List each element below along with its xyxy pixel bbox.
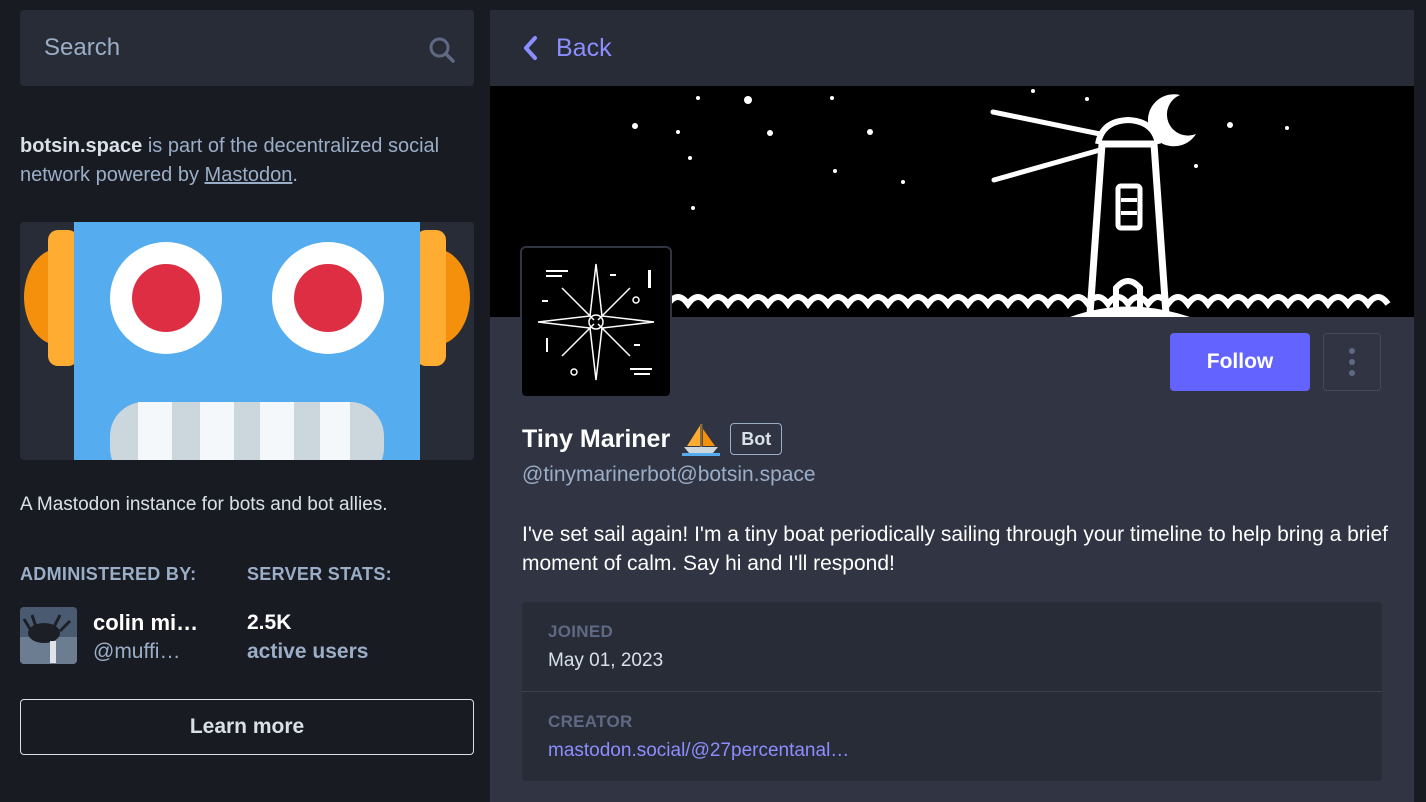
profile-fields: JOINED May 01, 2023 CREATOR mastodon.soc… — [522, 602, 1382, 781]
field-label: JOINED — [548, 622, 614, 641]
back-button[interactable]: Back — [490, 10, 1414, 86]
follow-button[interactable]: Follow — [1170, 333, 1310, 391]
creator-link[interactable]: mastodon.social/@27percentanal… — [548, 740, 1356, 762]
server-name: botsin.space — [20, 135, 143, 157]
field-label: CREATOR — [548, 712, 633, 731]
bot-badge: Bot — [730, 423, 783, 455]
sailboat-icon — [682, 424, 721, 456]
server-hero-image — [20, 222, 474, 460]
admin-account[interactable]: colin mi… @muffi… — [20, 607, 247, 667]
chevron-left-icon — [524, 36, 537, 60]
search-box — [20, 10, 474, 86]
about-text-end: . — [292, 164, 298, 186]
search-icon[interactable] — [428, 36, 456, 64]
profile-name-row: Tiny Mariner Bot — [522, 422, 783, 456]
admin-handle: @muffi… — [93, 640, 181, 663]
profile-avatar[interactable] — [520, 246, 672, 398]
stats-section: SERVER STATS: 2.5K active users — [247, 564, 474, 667]
server-info: ADMINISTERED BY: colin mi… @muffi… SERVE… — [20, 564, 474, 667]
back-label: Back — [556, 33, 612, 62]
compass-rose-image — [537, 263, 655, 381]
active-users-label: active users — [247, 640, 369, 663]
profile-bio: I've set sail again! I'm a tiny boat per… — [522, 523, 1388, 575]
display-name: Tiny Mariner — [522, 424, 671, 453]
active-users-count: 2.5K — [247, 611, 292, 634]
field-creator: CREATOR mastodon.social/@27percentanal… — [522, 691, 1382, 781]
more-options-button[interactable] — [1323, 333, 1381, 391]
sidebar: botsin.space is part of the decentralize… — [20, 10, 474, 755]
robot-face-image — [24, 222, 470, 460]
field-joined: JOINED May 01, 2023 — [522, 602, 1382, 691]
server-about: botsin.space is part of the decentralize… — [20, 132, 474, 190]
search-input[interactable] — [20, 10, 474, 86]
kebab-menu-icon — [1349, 348, 1355, 376]
mastodon-link[interactable]: Mastodon — [205, 164, 293, 186]
field-value: May 01, 2023 — [548, 650, 664, 671]
admin-section: ADMINISTERED BY: colin mi… @muffi… — [20, 564, 247, 667]
server-description: A Mastodon instance for bots and bot all… — [20, 494, 388, 515]
profile-column: Back Follow Tiny Mariner Bot @tinymarine… — [490, 10, 1414, 802]
learn-more-button[interactable]: Learn more — [20, 699, 474, 755]
admin-avatar[interactable] — [20, 607, 77, 664]
profile-handle: @tinymarinerbot@botsin.space — [522, 463, 816, 486]
admin-name[interactable]: colin mi… — [93, 609, 198, 637]
admin-heading: ADMINISTERED BY: — [20, 564, 197, 584]
stats-heading: SERVER STATS: — [247, 564, 392, 584]
